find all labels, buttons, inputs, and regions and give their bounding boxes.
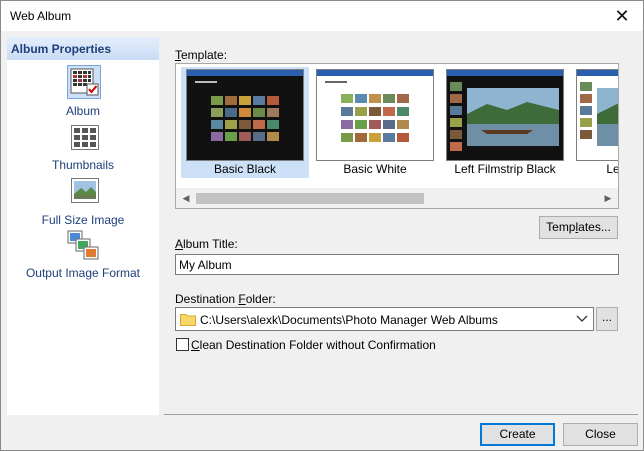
sidebar-item-label: Thumbnails [51, 158, 115, 172]
template-item[interactable]: Left Fi [571, 67, 618, 178]
sidebar-item-label: Full Size Image [41, 213, 125, 227]
template-item[interactable]: Basic White [311, 67, 439, 178]
footer-separator [164, 414, 638, 415]
template-caption: Basic Black [213, 162, 277, 176]
destination-folder-label: Destination Folder: [175, 292, 276, 306]
template-gallery[interactable]: Basic Black Basic White Left Filmstrip B… [175, 63, 619, 209]
destination-folder-value: C:\Users\alexk\Documents\Photo Manager W… [200, 313, 498, 327]
template-preview-image [576, 69, 618, 161]
sidebar-item-label: Output Image Format [25, 266, 141, 280]
web-album-dialog: Web Album ✕ Album Properties Album Thumb… [0, 0, 644, 451]
scroll-right-icon[interactable]: ▶ [600, 190, 616, 206]
clean-destination-checkbox[interactable] [176, 338, 189, 351]
browse-folder-button[interactable]: ... [596, 307, 618, 331]
album-icon [67, 65, 101, 99]
chevron-down-icon[interactable] [576, 312, 588, 324]
scrollbar-thumb[interactable] [196, 193, 424, 204]
scroll-left-icon[interactable]: ◀ [178, 190, 194, 206]
album-title-label: Album Title: [175, 237, 238, 251]
create-button[interactable]: Create [480, 423, 555, 446]
template-item[interactable]: Left Filmstrip Black [441, 67, 569, 178]
close-icon[interactable]: ✕ [611, 6, 633, 26]
template-caption: Left Filmstrip Black [454, 162, 556, 176]
window-title: Web Album [10, 9, 72, 23]
template-item[interactable]: Basic Black [181, 67, 309, 178]
sidebar-item-album[interactable]: Album [7, 65, 159, 118]
templates-button[interactable]: Templates... [539, 216, 618, 239]
horizontal-scrollbar[interactable]: ◀ ▶ [176, 188, 618, 208]
sidebar-item-thumbnails[interactable]: Thumbnails [7, 125, 159, 173]
destination-folder-combo[interactable]: C:\Users\alexk\Documents\Photo Manager W… [175, 307, 594, 331]
sidebar-item-output-image-format[interactable]: Output Image Format [7, 230, 159, 282]
template-preview-image [186, 69, 304, 161]
template-caption: Left Fi [606, 162, 619, 176]
title-bar: Web Album ✕ [1, 1, 643, 31]
sidebar-header: Album Properties [7, 37, 159, 60]
sidebar: Album Properties Album Thumbnails Full S… [7, 37, 159, 415]
template-label: Template: [175, 48, 228, 62]
clean-destination-label: Clean Destination Folder without Confirm… [191, 338, 436, 352]
thumbnails-icon [69, 125, 101, 157]
close-button[interactable]: Close [563, 423, 638, 446]
album-title-input[interactable]: My Album [175, 254, 619, 275]
folder-icon [180, 314, 196, 326]
template-caption: Basic White [343, 162, 407, 176]
sidebar-item-full-size-image[interactable]: Full Size Image [7, 178, 159, 228]
output-format-icon [67, 230, 99, 262]
template-preview-image [316, 69, 434, 161]
full-size-image-icon [69, 178, 101, 210]
sidebar-item-label: Album [65, 104, 100, 118]
template-preview-image [446, 69, 564, 161]
